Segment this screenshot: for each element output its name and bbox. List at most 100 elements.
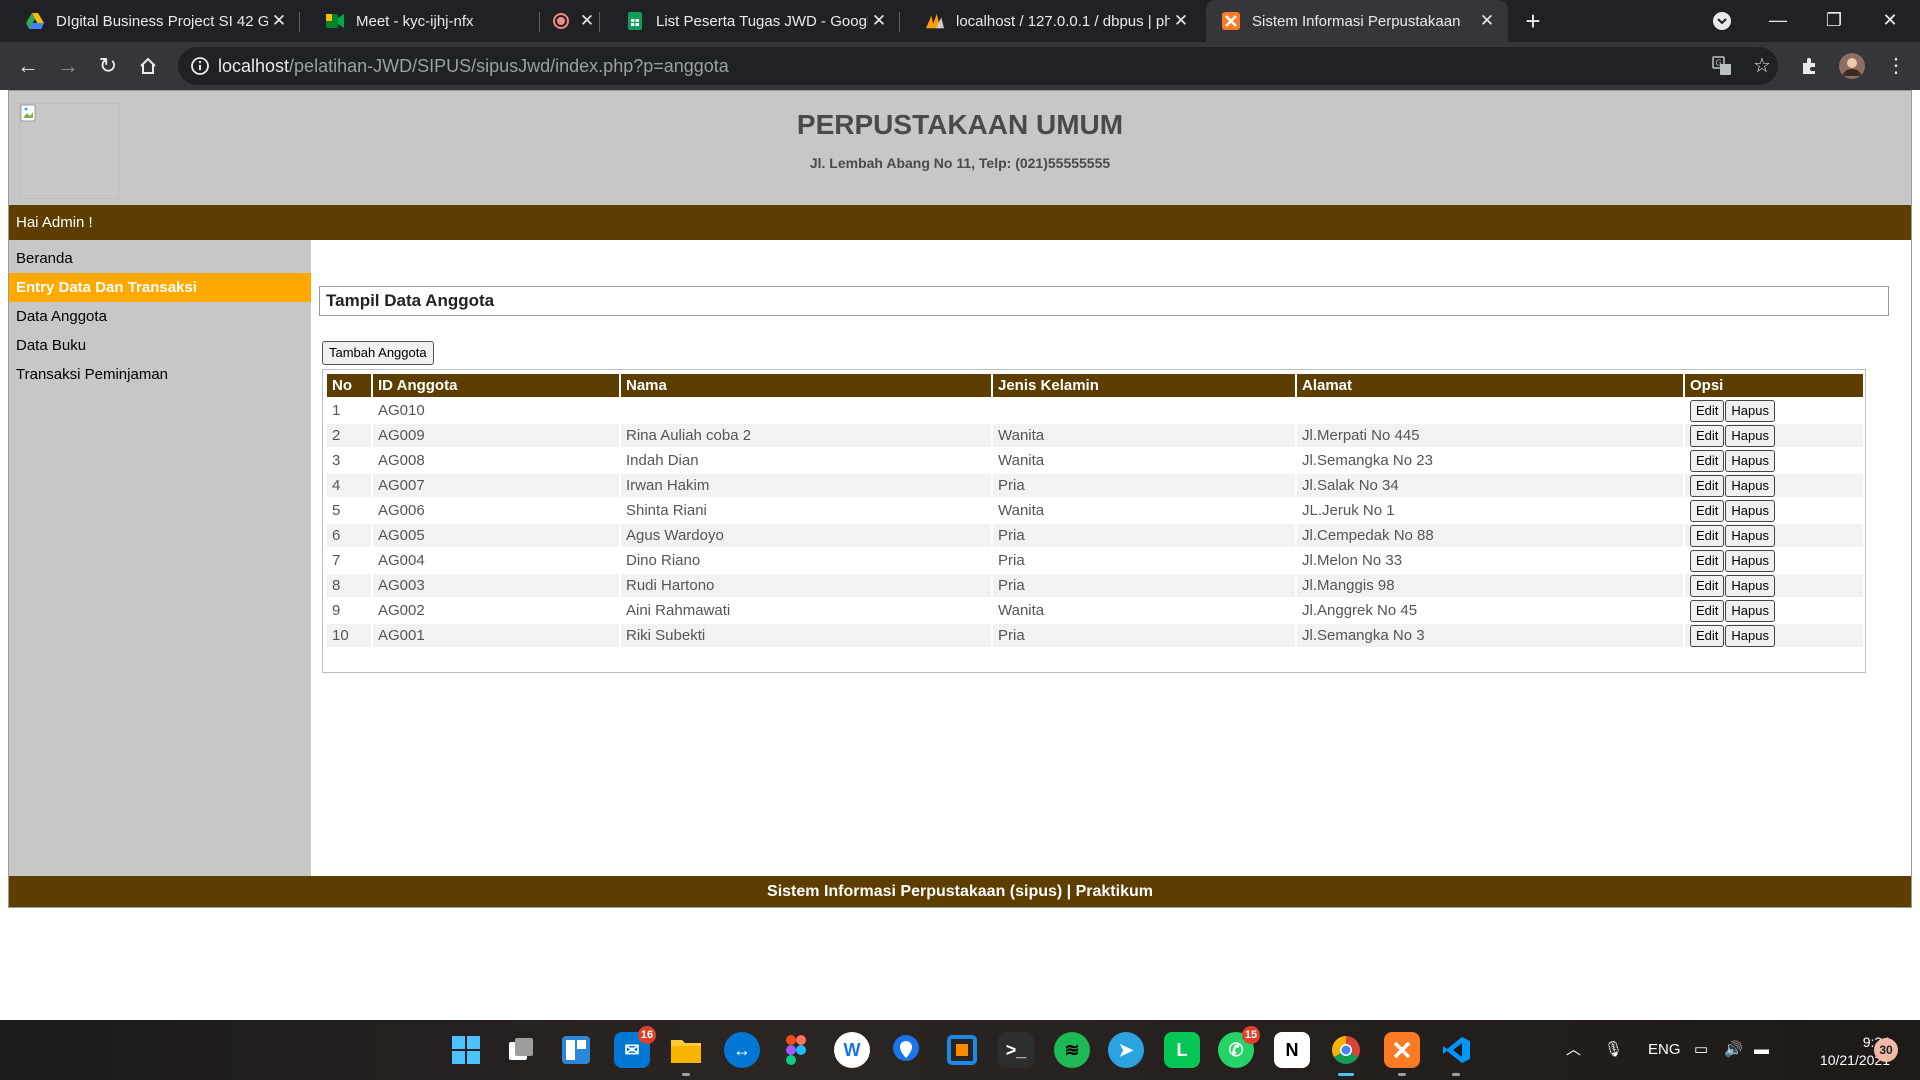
delete-button[interactable]: Hapus (1725, 424, 1775, 447)
edit-button[interactable]: Edit (1690, 524, 1725, 547)
widgets-icon[interactable] (558, 1032, 594, 1068)
google-meet-icon (326, 12, 344, 30)
sidebar-item-transaksi-peminjaman[interactable]: Transaksi Peminjaman (9, 360, 311, 389)
tab-meet[interactable]: Meet - kyc-ijhj-nfx (300, 0, 540, 42)
web-page: PERPUSTAKAAN UMUM Jl. Lembah Abang No 11… (8, 90, 1912, 908)
forward-icon[interactable]: → (52, 50, 84, 82)
xampp-taskbar-icon[interactable] (1384, 1032, 1420, 1076)
minimize-icon[interactable]: — (1750, 0, 1806, 42)
sidebar-item-beranda[interactable]: Beranda (9, 244, 311, 273)
bookmark-star-icon[interactable]: ☆ (1746, 50, 1778, 82)
home-icon[interactable] (132, 50, 164, 82)
new-tab-button[interactable]: + (1518, 6, 1548, 36)
figma-icon[interactable] (778, 1032, 814, 1068)
tab-digital-business[interactable]: DIgital Business Project SI 42 GA ✕ (0, 0, 300, 42)
telegram-icon[interactable]: ➤ (1108, 1032, 1144, 1068)
edit-button[interactable]: Edit (1690, 424, 1725, 447)
site-address: Jl. Lembah Abang No 11, Telp: (021)55555… (809, 155, 1111, 171)
edit-button[interactable]: Edit (1690, 499, 1725, 522)
virtualbox-icon[interactable] (944, 1032, 980, 1068)
chrome-icon[interactable] (1328, 1032, 1364, 1076)
notion-icon[interactable]: N (1274, 1032, 1310, 1068)
add-member-button[interactable]: Tambah Anggota (322, 341, 434, 365)
extensions-icon[interactable] (1794, 50, 1826, 82)
delete-button[interactable]: Hapus (1725, 549, 1775, 572)
member-table: No ID Anggota Nama Jenis Kelamin Alamat … (325, 372, 1865, 649)
delete-button[interactable]: Hapus (1725, 599, 1775, 622)
translate-icon[interactable]: G (1706, 50, 1738, 82)
column-header-opsi: Opsi (1685, 374, 1863, 397)
tab-search-icon[interactable] (1694, 0, 1750, 42)
sidebar-item-entry-data[interactable]: Entry Data Dan Transaksi (9, 273, 311, 302)
edit-button[interactable]: Edit (1690, 549, 1725, 572)
delete-button[interactable]: Hapus (1725, 499, 1775, 522)
edit-button[interactable]: Edit (1690, 474, 1725, 497)
edit-button[interactable]: Edit (1690, 624, 1725, 647)
volume-icon[interactable]: 🔊 (1724, 1020, 1743, 1080)
tray-chevron-icon[interactable]: ︿ (1566, 1020, 1581, 1080)
cell-no: 1 (332, 402, 341, 419)
edit-button[interactable]: Edit (1690, 449, 1725, 472)
cell-nama (621, 399, 991, 422)
reload-icon[interactable]: ↻ (92, 50, 124, 82)
line-icon[interactable]: L (1164, 1032, 1200, 1068)
close-tab-icon[interactable]: ✕ (1476, 11, 1498, 31)
mail-icon[interactable]: ✉ 16 (614, 1026, 656, 1068)
table-row: 3 AG008 Indah Dian Wanita Jl.Semangka No 23 E… (327, 449, 1863, 472)
edit-button[interactable]: Edit (1690, 574, 1725, 597)
windows-start-icon[interactable] (448, 1032, 484, 1068)
close-tab-icon[interactable]: ✕ (268, 11, 290, 31)
tab-title: DIgital Business Project SI 42 GA (56, 12, 268, 30)
file-explorer-icon[interactable] (668, 1032, 704, 1076)
cell-no: 5 (332, 502, 341, 519)
site-title: PERPUSTAKAAN UMUM (796, 109, 1124, 140)
task-view-icon[interactable] (504, 1032, 540, 1068)
tab-google-sheets[interactable]: List Peserta Tugas JWD - Google ✕ (600, 0, 900, 42)
close-tab-icon[interactable]: ✕ (868, 11, 890, 31)
close-tab-icon[interactable]: ✕ (1170, 11, 1192, 31)
address-bar[interactable]: localhost/pelatihan-JWD/SIPUS/sipusJwd/i… (178, 47, 1778, 85)
tab-recording[interactable]: ✕ (540, 0, 600, 42)
maximize-icon[interactable]: ❐ (1806, 0, 1862, 42)
vscode-icon[interactable] (1438, 1032, 1474, 1076)
app-link-icon[interactable]: ↔ (724, 1032, 760, 1068)
column-header-id: ID Anggota (373, 374, 619, 397)
sidebar-item-data-buku[interactable]: Data Buku (9, 331, 311, 360)
table-row: 6 AG005 Agus Wardoyo Pria Jl.Cempedak No 88 E… (327, 524, 1863, 547)
network-icon[interactable]: ▭ (1694, 1020, 1708, 1080)
edit-button[interactable]: Edit (1690, 399, 1725, 422)
chrome-menu-icon[interactable]: ⋮ (1880, 50, 1912, 82)
cell-jenis-kelamin: Pria (993, 574, 1295, 597)
profile-avatar[interactable] (1836, 50, 1868, 82)
word-app-icon[interactable]: W (834, 1032, 870, 1068)
sidebar-item-data-anggota[interactable]: Data Anggota (9, 302, 311, 331)
close-window-icon[interactable]: ✕ (1862, 0, 1918, 42)
column-header-no: No (327, 374, 371, 397)
table-body: 1 AG010 Edit Hapus 2 AG009 Rina Auliah coba 2W… (327, 399, 1863, 647)
mic-muted-icon[interactable]: 🎙 (1604, 1020, 1623, 1080)
delete-button[interactable]: Hapus (1725, 449, 1775, 472)
delete-button[interactable]: Hapus (1725, 399, 1775, 422)
delete-button[interactable]: Hapus (1725, 624, 1775, 647)
table-row: 2 AG009 Rina Auliah coba 2 Wanita Jl.Merpati… (327, 424, 1863, 447)
cell-alamat: Jl.Melon No 33 (1302, 552, 1403, 569)
notification-count[interactable]: 30 (1874, 1038, 1898, 1062)
spotify-icon[interactable]: ≋ (1054, 1032, 1090, 1068)
whatsapp-icon[interactable]: ✆ 15 (1218, 1026, 1260, 1068)
language-indicator[interactable]: ENG (1648, 1020, 1681, 1080)
delete-button[interactable]: Hapus (1725, 574, 1775, 597)
tab-sistem-informasi[interactable]: Sistem Informasi Perpustakaan ✕ (1206, 0, 1508, 42)
terminal-icon[interactable]: >_ (998, 1032, 1034, 1068)
back-icon[interactable]: ← (12, 50, 44, 82)
maps-pin-icon[interactable] (888, 1032, 924, 1068)
site-info-icon[interactable] (190, 56, 210, 76)
delete-button[interactable]: Hapus (1725, 474, 1775, 497)
google-sheets-icon (626, 12, 644, 30)
edit-button[interactable]: Edit (1690, 599, 1725, 622)
tab-phpmyadmin[interactable]: localhost / 127.0.0.1 / dbpus | ph ✕ (900, 0, 1202, 42)
cell-jenis-kelamin (993, 399, 1295, 422)
delete-button[interactable]: Hapus (1725, 524, 1775, 547)
battery-icon[interactable]: ▬ (1754, 1020, 1769, 1080)
close-tab-icon[interactable]: ✕ (576, 11, 598, 31)
site-header: PERPUSTAKAAN UMUM Jl. Lembah Abang No 11… (9, 91, 1911, 205)
